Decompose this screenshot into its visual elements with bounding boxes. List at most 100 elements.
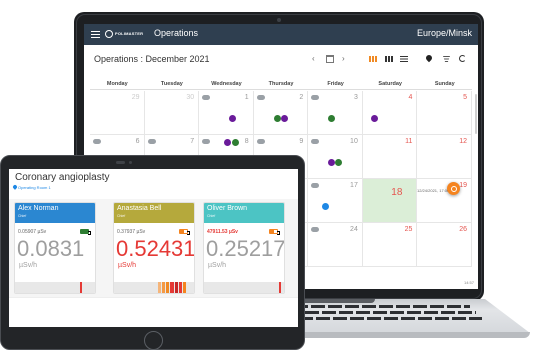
procedure-header: Coronary angioplasty Operating Room 1	[9, 169, 298, 199]
event-count-badge[interactable]	[256, 139, 265, 144]
calendar-day-cell[interactable]: 1	[199, 91, 254, 135]
day-number: 29	[131, 94, 140, 101]
operation-event-dot[interactable]	[280, 115, 288, 122]
event-count-badge[interactable]	[311, 95, 320, 100]
calendar-day-cell[interactable]: 24	[308, 223, 363, 267]
calendar-day-cell[interactable]: 18	[362, 179, 418, 223]
weekday-name: Saturday	[378, 81, 402, 87]
card-header: Oliver Brown Chief	[204, 203, 284, 223]
tablet-footer	[9, 297, 298, 327]
weekday-name: Thursday	[268, 81, 294, 87]
timezone-label: Europe/Minsk	[416, 28, 472, 38]
dose-history-segment	[179, 282, 182, 293]
procedure-title: Coronary angioplasty	[15, 172, 110, 183]
dosimeter-card[interactable]: Alex Norman Chief 0.05907 µSv 0.0831 µSv…	[14, 202, 96, 294]
operation-event-dot[interactable]	[229, 115, 237, 122]
weekday-name: Tuesday	[160, 81, 183, 87]
battery-icon	[179, 229, 190, 235]
month-view-icon[interactable]	[369, 56, 377, 62]
calendar-day-cell[interactable]: 29	[90, 91, 145, 135]
event-count-badge[interactable]	[202, 139, 211, 144]
day-number: 11	[405, 138, 413, 145]
next-month-button[interactable]: ›	[342, 54, 345, 63]
weekday-name: Friday	[327, 81, 344, 87]
operation-event-dot[interactable]	[322, 203, 330, 210]
event-count-badge[interactable]	[93, 139, 101, 144]
operation-event-dot[interactable]	[273, 115, 281, 122]
person-role: Chief	[18, 214, 27, 218]
weekday-name: Monday	[106, 81, 128, 87]
day-number: 17	[350, 182, 358, 189]
calendar-day-cell[interactable]: 25	[362, 223, 418, 267]
person-name: Anastasia Bell	[117, 205, 162, 212]
operation-event-dot[interactable]	[370, 115, 378, 122]
location-pin-icon	[12, 184, 18, 190]
event-count-badge[interactable]	[311, 183, 320, 188]
day-number: 5	[463, 94, 467, 101]
event-count-badge[interactable]	[311, 227, 320, 232]
calendar-day-cell[interactable]: 19	[417, 179, 472, 223]
dose-rate-value: 0.25217	[206, 236, 285, 261]
operation-event-dot[interactable]	[224, 139, 232, 146]
calendar-day-cell[interactable]: 12	[417, 135, 472, 179]
calendar-day-cell[interactable]: 10	[308, 135, 363, 179]
dose-history-segment	[162, 282, 165, 293]
calendar-day-cell[interactable]: 3	[308, 91, 363, 135]
dose-rate-unit: µSv/h	[19, 262, 38, 269]
calendar-day-cell[interactable]: 4	[362, 91, 418, 135]
dosimeter-card[interactable]: Anastasia Bell Chief 0.37937 µSv 0.52431…	[113, 202, 195, 294]
clock-label: 14:57	[463, 280, 474, 285]
day-number: 3	[353, 94, 358, 101]
tablet-home-button[interactable]	[144, 331, 163, 350]
app-topbar: POLIMASTER Operations Europe/Minsk	[84, 24, 478, 45]
filter-icon[interactable]	[443, 56, 450, 62]
calendar-day-cell[interactable]: 17	[308, 179, 363, 223]
person-role: Chief	[207, 214, 216, 218]
calendar-day-cell[interactable]: 26	[417, 223, 472, 267]
person-role: Chief	[117, 214, 126, 218]
day-number: 7	[190, 138, 195, 145]
dose-history-segment	[170, 282, 174, 293]
card-header: Anastasia Bell Chief	[114, 203, 194, 223]
operation-event-dot[interactable]	[328, 159, 336, 166]
day-number: 1	[244, 94, 249, 101]
battery-icon	[80, 229, 91, 235]
event-count-badge[interactable]	[256, 95, 265, 100]
add-fab-icon[interactable]	[447, 182, 460, 195]
menu-icon[interactable]	[91, 31, 100, 38]
app-title: Operations	[154, 28, 199, 38]
previous-month-button[interactable]: ‹	[312, 54, 315, 63]
list-view-icon[interactable]	[400, 56, 408, 62]
dose-rate-unit: µSv/h	[118, 262, 137, 269]
event-count-badge[interactable]	[147, 139, 156, 144]
event-count-badge[interactable]	[202, 95, 211, 100]
dose-history-bar	[114, 282, 194, 293]
accumulated-dose: 0.37937 µSv	[117, 229, 146, 235]
calendar-day-cell[interactable]: 30	[144, 91, 200, 135]
day-number: 12	[459, 138, 467, 145]
operation-event-dot[interactable]	[232, 139, 240, 146]
battery-icon	[269, 229, 280, 235]
card-header: Alex Norman Chief	[15, 203, 95, 223]
day-number: 26	[459, 226, 467, 233]
operation-event-dot[interactable]	[335, 159, 343, 166]
scrollbar-thumb[interactable]	[475, 94, 477, 134]
day-number: 24	[350, 226, 358, 233]
calendar-day-cell[interactable]: 5	[417, 91, 472, 135]
event-count-badge[interactable]	[311, 139, 320, 144]
dose-history-segment	[279, 282, 281, 293]
calendar-toolbar: Operations : December 2021 ‹ › Monday Tu…	[84, 45, 478, 90]
dose-rate-value: 0.0831	[17, 236, 85, 261]
calendar-icon[interactable]	[326, 55, 334, 63]
tablet-screen: Coronary angioplasty Operating Room 1 Al…	[9, 169, 298, 327]
week-view-icon[interactable]	[385, 56, 393, 62]
dosimeter-card[interactable]: Oliver Brown Chief 47911.53 µSv 0.25217 …	[203, 202, 285, 294]
refresh-icon[interactable]	[459, 55, 466, 62]
weekday-name: Sunday	[434, 81, 455, 87]
calendar-day-cell[interactable]: 11	[362, 135, 418, 179]
location-pin-icon[interactable]	[424, 53, 434, 63]
weekday-name: Wednesday	[211, 81, 242, 87]
calendar-day-cell[interactable]: 2	[253, 91, 309, 135]
operation-event-dot[interactable]	[328, 115, 336, 122]
dose-history-bar	[204, 282, 284, 293]
